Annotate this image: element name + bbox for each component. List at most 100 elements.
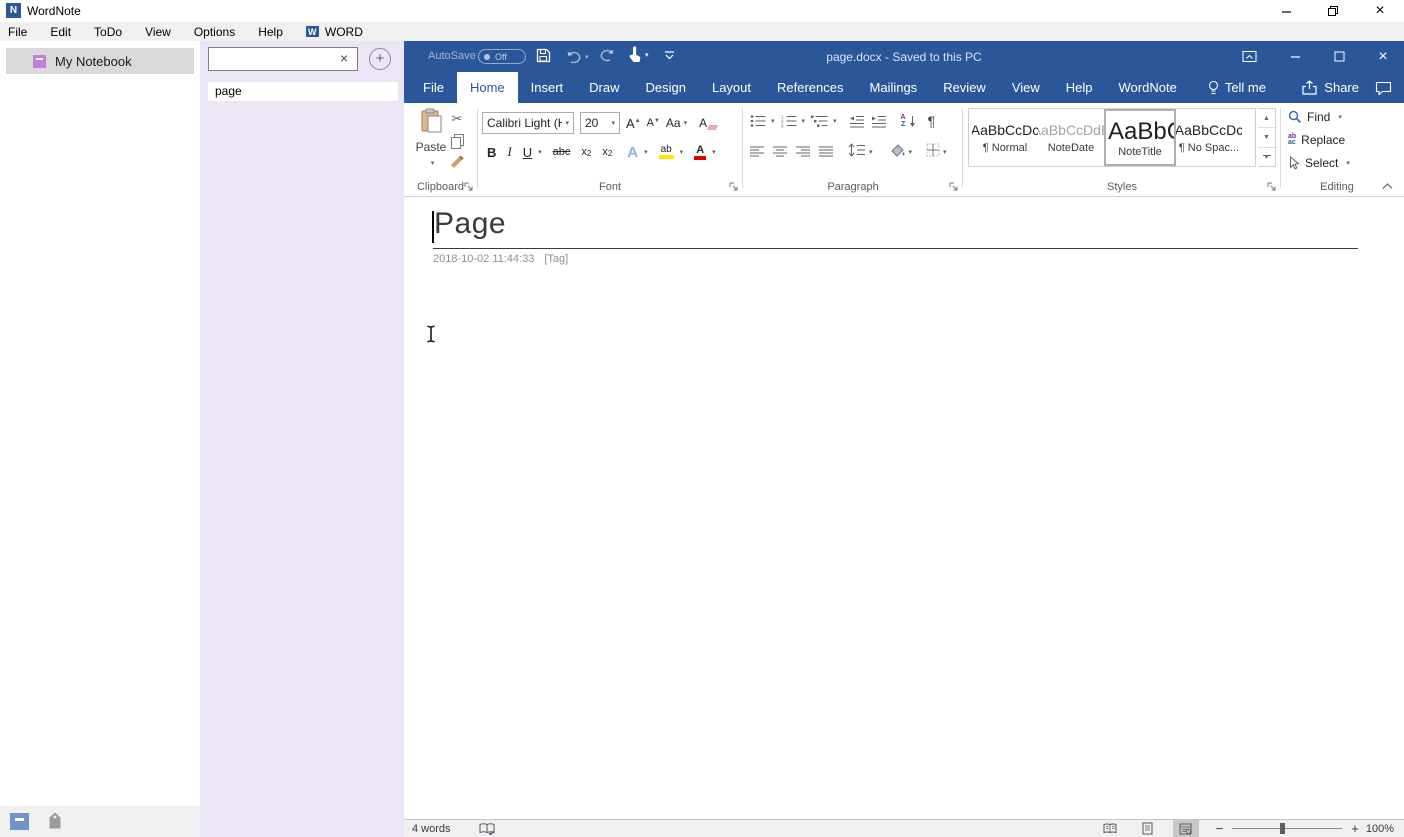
multilevel-list-button[interactable] xyxy=(811,114,828,128)
menu-file[interactable]: File xyxy=(8,25,27,39)
bullets-dropdown[interactable] xyxy=(768,112,775,130)
shrink-font-button[interactable]: A▼ xyxy=(647,117,660,129)
menu-todo[interactable]: ToDo xyxy=(94,25,122,39)
increase-indent-button[interactable] xyxy=(871,115,887,128)
collapse-ribbon-button[interactable] xyxy=(1382,183,1393,190)
note-date-line[interactable]: 2018-10-02 11:44:33 [Tag] xyxy=(433,253,568,265)
italic-button[interactable]: I xyxy=(507,144,511,160)
find-button[interactable]: Find xyxy=(1288,110,1342,124)
tab-wordnote[interactable]: WordNote xyxy=(1106,72,1190,103)
bullets-button[interactable] xyxy=(750,114,766,128)
word-count[interactable]: 4 words xyxy=(412,823,451,835)
align-center-button[interactable] xyxy=(773,146,788,158)
zoom-out-button[interactable]: − xyxy=(1213,821,1227,836)
bold-button[interactable]: B xyxy=(487,145,496,160)
menu-edit[interactable]: Edit xyxy=(50,25,71,39)
menu-help[interactable]: Help xyxy=(258,25,283,39)
read-mode-button[interactable] xyxy=(1097,820,1123,837)
ribbon-display-options-button[interactable] xyxy=(1230,41,1268,72)
share-button[interactable]: Share xyxy=(1291,72,1369,103)
styles-more-button[interactable]: ▼ xyxy=(1258,148,1275,166)
cut-button[interactable]: ✂ xyxy=(452,111,463,127)
align-left-button[interactable] xyxy=(750,146,765,158)
tell-me-box[interactable]: Tell me xyxy=(1198,72,1276,103)
grow-font-button[interactable]: A▲ xyxy=(626,116,641,131)
tab-insert[interactable]: Insert xyxy=(518,72,577,103)
find-dropdown[interactable] xyxy=(1335,110,1342,124)
zoom-slider-thumb[interactable] xyxy=(1280,823,1285,834)
app-restore-button[interactable] xyxy=(1311,0,1355,22)
styles-scroll-down[interactable]: ▼ xyxy=(1258,128,1275,147)
select-button[interactable]: Select xyxy=(1288,156,1350,170)
multilevel-dropdown[interactable] xyxy=(830,112,837,130)
select-dropdown[interactable] xyxy=(1343,156,1350,170)
font-color-dropdown[interactable] xyxy=(709,143,716,161)
comments-button[interactable] xyxy=(1369,72,1404,103)
font-size-select[interactable]: 20 xyxy=(580,112,620,134)
document-canvas[interactable]: Page 2018-10-02 11:44:33 [Tag] xyxy=(404,197,1404,819)
tab-design[interactable]: Design xyxy=(633,72,699,103)
style-notedate[interactable]: AaBbCcDdE NoteDate xyxy=(1038,111,1104,164)
style-notetitle[interactable]: AaBbC NoteTitle xyxy=(1104,109,1176,166)
tab-references[interactable]: References xyxy=(764,72,856,103)
tab-view[interactable]: View xyxy=(999,72,1053,103)
paragraph-dialog-launcher[interactable] xyxy=(949,182,959,192)
tab-review[interactable]: Review xyxy=(930,72,999,103)
app-minimize-button[interactable] xyxy=(1264,0,1308,22)
sort-button[interactable]: A Z xyxy=(901,114,906,128)
copy-button[interactable] xyxy=(451,134,464,149)
highlight-dropdown[interactable] xyxy=(677,143,684,161)
font-name-select[interactable]: Calibri Light (H xyxy=(482,112,574,134)
show-hide-pilcrow-button[interactable]: ¶ xyxy=(928,113,936,129)
styles-dialog-launcher[interactable] xyxy=(1267,182,1277,192)
font-color-button[interactable]: A xyxy=(694,145,706,160)
numbering-button[interactable]: 123 xyxy=(781,114,797,128)
highlight-button[interactable]: ab xyxy=(659,145,674,159)
justify-button[interactable] xyxy=(819,146,834,158)
clipboard-dialog-launcher[interactable] xyxy=(464,182,474,192)
style-normal[interactable]: AaBbCcDc ¶ Normal xyxy=(972,111,1038,164)
print-layout-button[interactable] xyxy=(1135,820,1161,837)
underline-button[interactable]: U xyxy=(523,145,532,160)
font-dialog-launcher[interactable] xyxy=(729,182,739,192)
decrease-indent-button[interactable] xyxy=(849,115,865,128)
proofing-status-button[interactable] xyxy=(479,822,495,835)
word-minimize-button[interactable] xyxy=(1276,41,1314,72)
tab-file[interactable]: File xyxy=(410,72,457,103)
word-close-button[interactable]: × xyxy=(1364,41,1402,72)
superscript-button[interactable]: x2 xyxy=(602,146,612,158)
borders-button[interactable] xyxy=(926,143,947,161)
tab-draw[interactable]: Draw xyxy=(576,72,632,103)
numbering-dropdown[interactable] xyxy=(799,112,806,130)
zoom-slider[interactable] xyxy=(1232,828,1342,829)
web-layout-button[interactable] xyxy=(1173,820,1199,837)
format-painter-button[interactable] xyxy=(450,156,464,170)
page-list-item[interactable]: page xyxy=(208,82,398,101)
text-effects-button[interactable]: A xyxy=(627,144,638,161)
paste-dropdown[interactable] xyxy=(428,154,435,171)
text-effects-dropdown[interactable] xyxy=(641,143,648,161)
underline-dropdown[interactable] xyxy=(535,143,542,161)
tab-mailings[interactable]: Mailings xyxy=(857,72,931,103)
menu-word[interactable]: W WORD xyxy=(306,25,363,39)
subscript-button[interactable]: x2 xyxy=(581,146,591,158)
replace-button[interactable]: abac Replace xyxy=(1288,133,1345,147)
tags-view-icon[interactable] xyxy=(47,811,63,830)
zoom-in-button[interactable]: + xyxy=(1348,821,1362,836)
app-close-button[interactable]: × xyxy=(1358,0,1402,22)
menu-options[interactable]: Options xyxy=(194,25,235,39)
shading-button[interactable] xyxy=(889,143,913,161)
style-nospacing[interactable]: AaBbCcDc ¶ No Spac... xyxy=(1176,111,1242,164)
clear-formatting-button[interactable]: A xyxy=(699,116,717,130)
menu-view[interactable]: View xyxy=(145,25,171,39)
tab-help[interactable]: Help xyxy=(1053,72,1106,103)
styles-scroll-up[interactable]: ▲ xyxy=(1258,109,1275,128)
change-case-button[interactable]: Aa xyxy=(666,116,687,130)
word-maximize-button[interactable] xyxy=(1320,41,1358,72)
note-title-text[interactable]: Page xyxy=(434,207,506,241)
align-right-button[interactable] xyxy=(796,146,811,158)
tab-layout[interactable]: Layout xyxy=(699,72,764,103)
strikethrough-button[interactable]: abc xyxy=(553,146,571,158)
search-clear-icon[interactable]: × xyxy=(340,49,348,67)
notebook-item[interactable]: My Notebook xyxy=(6,48,194,74)
